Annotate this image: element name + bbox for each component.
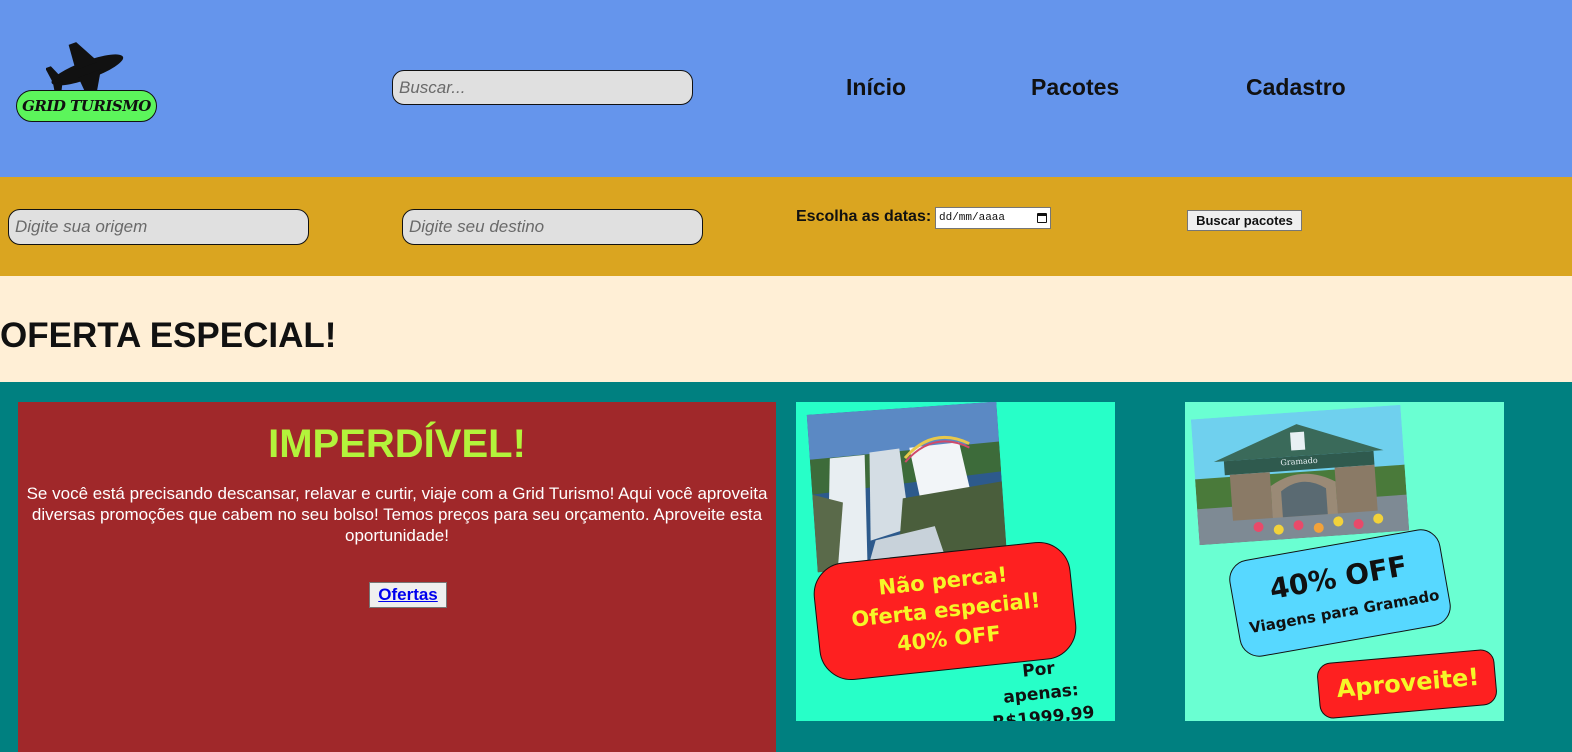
date-input[interactable]: dd/mm/aaaa: [935, 207, 1051, 229]
date-value: dd/mm/aaaa: [939, 212, 1006, 224]
nav-inicio[interactable]: Início: [846, 74, 906, 101]
site-header: GRID TURISMO Início Pacotes Cadastro: [0, 0, 1572, 177]
search-input[interactable]: [392, 70, 693, 105]
offer-card-gramado[interactable]: Gramado 40% OFF Viagens para Gramado Apr…: [1185, 402, 1504, 721]
aproveite-badge: Aproveite!: [1315, 648, 1499, 720]
destination-input[interactable]: [402, 209, 703, 245]
discount-badge: 40% OFF Viagens para Gramado: [1226, 526, 1454, 660]
aproveite-text: Aproveite!: [1335, 662, 1481, 704]
calendar-icon[interactable]: [1037, 213, 1047, 223]
nav-pacotes[interactable]: Pacotes: [1031, 74, 1119, 101]
price-block: Por apenas: R$1999,99: [983, 652, 1100, 721]
promo-card: IMPERDÍVEL! Se você está precisando desc…: [18, 402, 776, 752]
waterfall-photo: [806, 402, 1008, 573]
search-packages-button[interactable]: Buscar pacotes: [1187, 210, 1302, 231]
dates-label: Escolha as datas:: [796, 208, 932, 225]
promo-title: IMPERDÍVEL!: [268, 422, 526, 466]
offer-title: OFERTA ESPECIAL!: [0, 316, 337, 355]
promo-text: Se você está precisando descansar, relav…: [26, 484, 768, 545]
offer-card-iguacu[interactable]: Não perca! Oferta especial! 40% OFF Por …: [796, 402, 1115, 721]
gramado-photo: Gramado: [1190, 404, 1410, 546]
offers-button[interactable]: Ofertas: [369, 582, 447, 608]
logo[interactable]: GRID TURISMO: [16, 40, 161, 126]
origin-input[interactable]: [8, 209, 309, 245]
nav-cadastro[interactable]: Cadastro: [1246, 74, 1346, 101]
logo-text: GRID TURISMO: [22, 97, 151, 115]
